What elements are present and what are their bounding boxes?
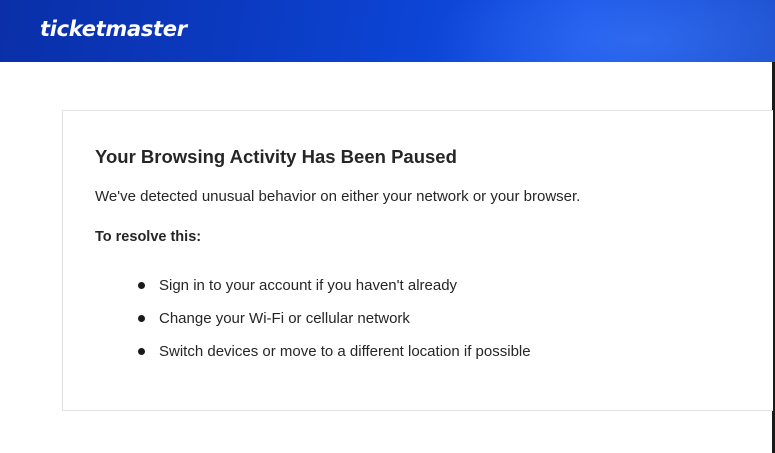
list-item: Sign in to your account if you haven't a…: [135, 275, 531, 308]
page-title: Your Browsing Activity Has Been Paused: [95, 146, 457, 167]
paused-notice-card: Your Browsing Activity Has Been Paused W…: [62, 110, 773, 411]
bullet-icon: [138, 282, 145, 289]
step-text: Sign in to your account if you haven't a…: [159, 277, 458, 294]
list-item: Change your Wi-Fi or cellular network: [135, 308, 531, 341]
step-text: Switch devices or move to a different lo…: [159, 343, 531, 360]
notice-description: We've detected unusual behavior on eithe…: [95, 188, 581, 205]
bullet-icon: [138, 315, 145, 322]
site-header: ticketmaster: [0, 0, 775, 62]
bullet-icon: [138, 348, 145, 355]
step-text: Change your Wi-Fi or cellular network: [159, 310, 410, 327]
resolve-heading: To resolve this:: [95, 229, 202, 245]
resolve-steps-list: Sign in to your account if you haven't a…: [135, 275, 531, 374]
ticketmaster-logo[interactable]: ticketmaster: [40, 17, 187, 41]
list-item: Switch devices or move to a different lo…: [135, 341, 531, 374]
